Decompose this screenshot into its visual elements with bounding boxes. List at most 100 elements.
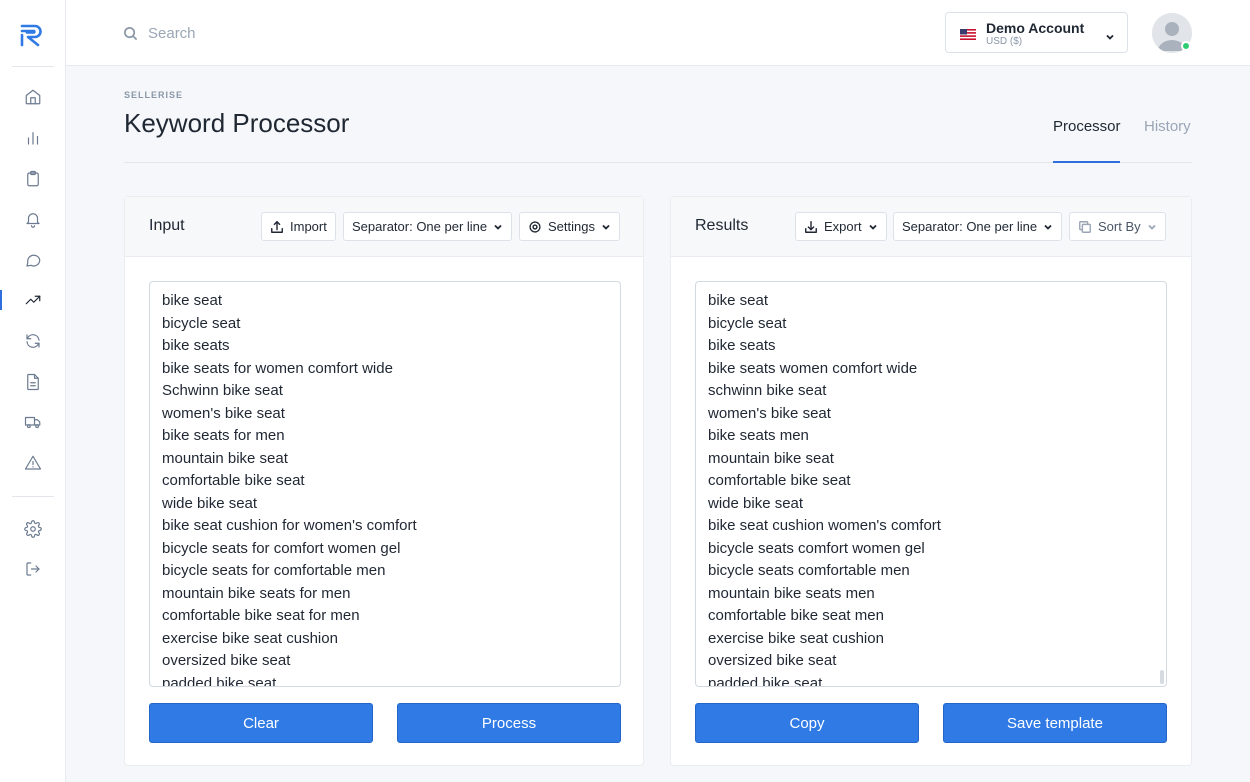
keyword-line: bicycle seat	[708, 314, 787, 332]
active-tab-indicator	[1053, 161, 1120, 163]
top-bar: Demo Account USD ($)	[66, 0, 1250, 66]
sidebar-item-home[interactable]	[0, 77, 66, 117]
home-icon	[25, 89, 41, 105]
keyword-line: women's bike seat	[708, 404, 831, 422]
process-button[interactable]: Process	[397, 703, 621, 743]
keyword-line: bike seats men	[708, 427, 809, 444]
bar-chart-icon	[27, 132, 39, 145]
upload-icon	[270, 220, 284, 234]
keyword-line: bicycle seats for comfortable men	[162, 562, 386, 579]
keyword-line: bike seats for women comfort wide	[162, 359, 393, 377]
copy-button[interactable]: Copy	[695, 703, 919, 743]
keyword-line: exercise bike seat cushion	[708, 629, 884, 647]
sort-by-label: Sort By	[1098, 219, 1141, 234]
sidebar-item-notifications[interactable]	[0, 199, 66, 239]
sidebar-divider	[12, 496, 54, 497]
import-button[interactable]: Import	[261, 212, 336, 241]
keyword-line: padded bike seat	[162, 674, 277, 687]
breadcrumb: SELLERISE	[124, 90, 184, 100]
clipboard-icon	[27, 170, 39, 187]
chevron-down-icon	[1147, 222, 1157, 232]
us-flag-icon	[960, 29, 976, 40]
results-separator-label: Separator: One per line	[902, 219, 1038, 234]
document-icon	[27, 373, 39, 391]
keyword-line: bicycle seat	[162, 314, 241, 332]
page-title: Keyword Processor	[124, 108, 350, 138]
keyword-line: bike seats	[162, 337, 230, 354]
account-name: Demo Account	[986, 20, 1085, 36]
results-panel-title: Results	[695, 217, 749, 234]
keyword-line: mountain bike seats for men	[162, 584, 351, 602]
keyword-line: wide bike seat	[162, 494, 258, 512]
input-panel-header: Input Import Separator: One per line Set…	[125, 197, 643, 257]
app-logo[interactable]	[19, 20, 47, 48]
account-currency: USD ($)	[986, 36, 1023, 47]
keyword-line: bike seat cushion for women's comfort	[162, 517, 417, 534]
results-panel: Results Export Separator: One per line S…	[670, 196, 1192, 766]
export-dropdown[interactable]: Export	[795, 212, 887, 241]
copy-icon	[1078, 220, 1092, 234]
input-keywords-textarea[interactable]: bike seat bicycle seat bike seats bike seat…	[149, 281, 621, 687]
sort-by-dropdown[interactable]: Sort By	[1069, 212, 1166, 241]
chevron-down-icon	[493, 222, 503, 232]
search-icon	[123, 26, 138, 41]
import-label: Import	[290, 219, 327, 234]
export-label: Export	[824, 219, 862, 234]
input-separator-dropdown[interactable]: Separator: One per line	[343, 212, 513, 241]
sidebar-item-logout[interactable]	[0, 549, 66, 589]
keyword-line: women's bike seat	[162, 404, 285, 422]
account-selector[interactable]: Demo Account USD ($)	[945, 12, 1128, 53]
sidebar-item-trends[interactable]	[0, 280, 66, 320]
tab-processor[interactable]: Processor	[1053, 118, 1121, 135]
bell-icon	[26, 213, 40, 228]
keyword-line: oversized bike seat	[162, 652, 291, 669]
keyword-line: comfortable bike seat men	[708, 607, 884, 624]
results-separator-dropdown[interactable]: Separator: One per line	[893, 212, 1063, 241]
logout-icon	[26, 562, 40, 576]
alert-icon	[24, 455, 42, 470]
download-icon	[804, 220, 818, 234]
clear-button[interactable]: Clear	[149, 703, 373, 743]
settings-dropdown[interactable]: Settings	[519, 212, 620, 241]
refresh-icon	[26, 334, 40, 348]
keyword-line: comfortable bike seat	[708, 472, 851, 489]
chevron-down-icon	[868, 222, 878, 232]
sidebar-item-clipboard[interactable]	[0, 159, 66, 199]
keyword-line: wide bike seat	[708, 494, 804, 512]
header-divider	[124, 162, 1192, 163]
chevron-down-icon	[1105, 29, 1115, 40]
trending-icon	[25, 295, 41, 305]
save-template-button[interactable]: Save template	[943, 703, 1167, 743]
keyword-line: schwinn bike seat	[708, 382, 827, 399]
scrollbar-thumb[interactable]	[1160, 670, 1164, 684]
sidebar-item-settings[interactable]	[0, 509, 66, 549]
keyword-line: bicycle seats comfortable men	[708, 562, 910, 579]
keyword-line: bike seat	[708, 292, 769, 309]
settings-label: Settings	[548, 219, 595, 234]
keyword-line: mountain bike seats men	[708, 584, 875, 602]
keyword-line: mountain bike seat	[708, 449, 834, 467]
sidebar-item-alerts[interactable]	[0, 443, 66, 483]
keyword-line: exercise bike seat cushion	[162, 629, 338, 647]
sidebar-item-sync[interactable]	[0, 321, 66, 361]
keyword-line: oversized bike seat	[708, 652, 837, 669]
input-panel-title: Input	[149, 217, 185, 234]
tab-history[interactable]: History	[1144, 118, 1191, 135]
online-status-dot	[1181, 41, 1191, 51]
gear-icon	[24, 520, 42, 538]
truck-icon	[24, 416, 41, 429]
sidebar-item-analytics[interactable]	[0, 118, 66, 158]
sidebar-item-shipping[interactable]	[0, 402, 66, 442]
sidebar-item-documents[interactable]	[0, 362, 66, 402]
keyword-line: bike seats	[708, 337, 776, 354]
sidebar-item-messages[interactable]	[0, 240, 66, 280]
keyword-line: comfortable bike seat for men	[162, 607, 360, 624]
keyword-line: bike seats women comfort wide	[708, 359, 918, 377]
results-panel-header: Results Export Separator: One per line S…	[671, 197, 1191, 257]
search-input[interactable]	[148, 20, 448, 46]
chat-icon	[26, 254, 41, 267]
results-keywords-textarea[interactable]: bike seat bicycle seat bike seats bike seat…	[695, 281, 1167, 687]
input-panel: Input Import Separator: One per line Set…	[124, 196, 644, 766]
input-separator-label: Separator: One per line	[352, 219, 488, 234]
keyword-line: bicycle seats for comfort women gel	[162, 539, 401, 557]
